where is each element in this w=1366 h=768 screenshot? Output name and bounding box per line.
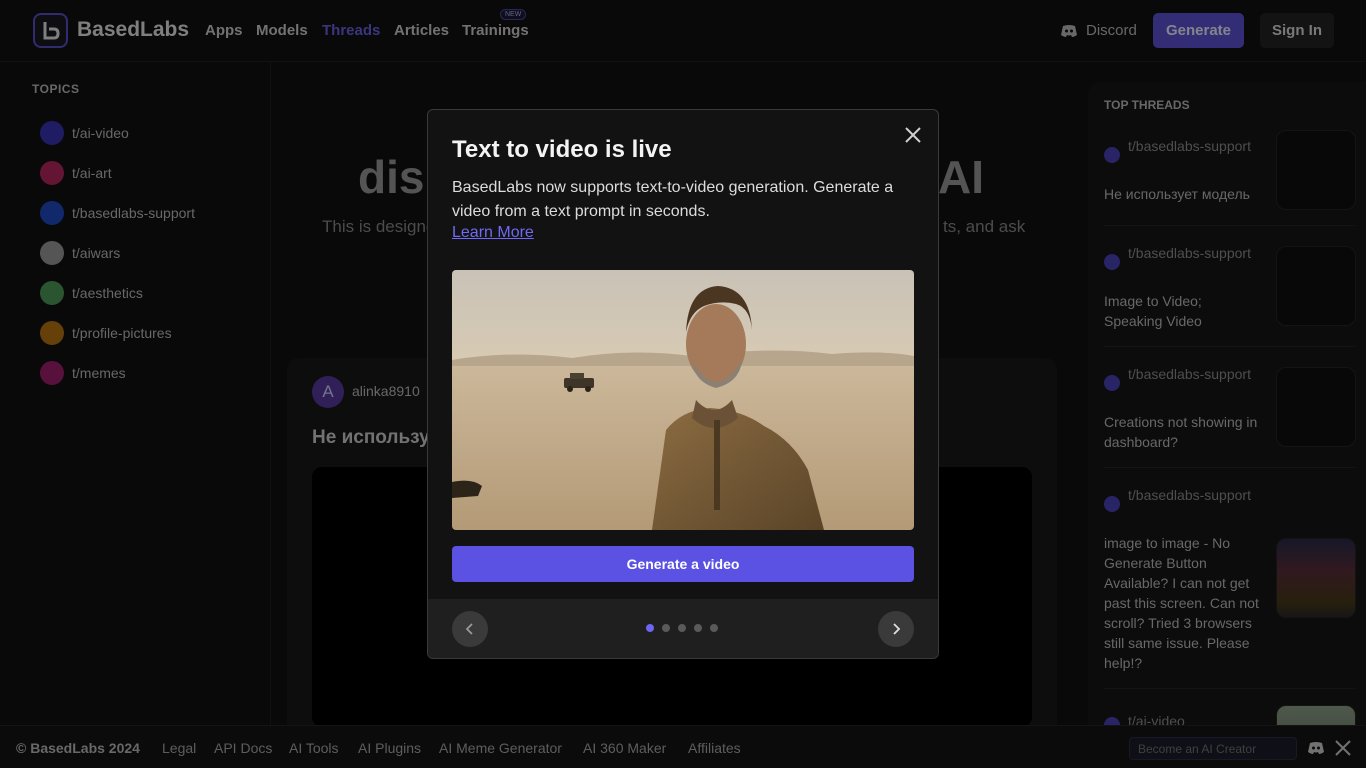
carousel-dots <box>646 624 718 632</box>
generate-video-button[interactable]: Generate a video <box>452 546 914 582</box>
carousel-prev-button[interactable] <box>452 611 488 647</box>
modal-title: Text to video is live <box>452 136 672 163</box>
close-icon[interactable] <box>902 124 924 146</box>
announcement-modal: Text to video is live BasedLabs now supp… <box>427 109 939 659</box>
chevron-right-icon <box>893 623 901 635</box>
carousel-next-button[interactable] <box>878 611 914 647</box>
carousel-dot[interactable] <box>710 624 718 632</box>
carousel-dot[interactable] <box>662 624 670 632</box>
learn-more-link[interactable]: Learn More <box>452 224 534 242</box>
chevron-left-icon <box>465 623 473 635</box>
carousel-controls <box>428 599 938 658</box>
carousel-dot[interactable] <box>678 624 686 632</box>
modal-description: BasedLabs now supports text-to-video gen… <box>452 179 894 220</box>
carousel-dot[interactable] <box>694 624 702 632</box>
promo-video-preview[interactable] <box>452 270 914 530</box>
carousel-dot[interactable] <box>646 624 654 632</box>
